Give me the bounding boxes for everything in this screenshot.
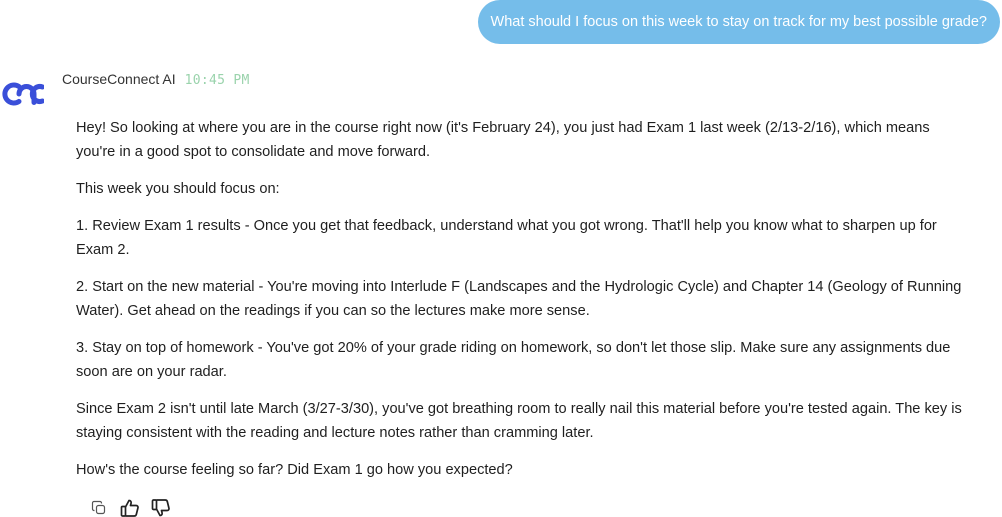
courseconnect-logo-icon: [2, 80, 45, 108]
user-message-bubble: What should I focus on this week to stay…: [477, 0, 1000, 44]
assistant-message-header: CourseConnect AI 10:45 PM: [62, 71, 250, 91]
assistant-message-body: Hey! So looking at where you are in the …: [76, 116, 970, 495]
copy-button[interactable]: [89, 498, 109, 517]
message-actions: [89, 498, 182, 517]
message-paragraph: Hey! So looking at where you are in the …: [76, 120, 930, 160]
message-paragraph: 1. Review Exam 1 results - Once you get …: [76, 218, 937, 258]
message-paragraph: How's the course feeling so far? Did Exa…: [76, 462, 513, 478]
message-paragraph: 2. Start on the new material - You're mo…: [76, 279, 962, 319]
user-message-text: What should I focus on this week to stay…: [490, 14, 987, 30]
message-paragraph: Since Exam 2 isn't until late March (3/2…: [76, 401, 962, 441]
thumbs-down-icon: [151, 499, 170, 517]
thumbs-down-button[interactable]: [151, 498, 171, 517]
copy-icon: [91, 500, 106, 515]
message-paragraph: This week you should focus on:: [76, 181, 280, 197]
message-paragraph: 3. Stay on top of homework - You've got …: [76, 340, 951, 380]
thumbs-up-button[interactable]: [120, 498, 140, 517]
message-timestamp: 10:45 PM: [184, 73, 250, 88]
assistant-name: CourseConnect AI: [62, 71, 176, 87]
chat-view: What should I focus on this week to stay…: [0, 0, 1002, 517]
thumbs-up-icon: [120, 499, 139, 517]
